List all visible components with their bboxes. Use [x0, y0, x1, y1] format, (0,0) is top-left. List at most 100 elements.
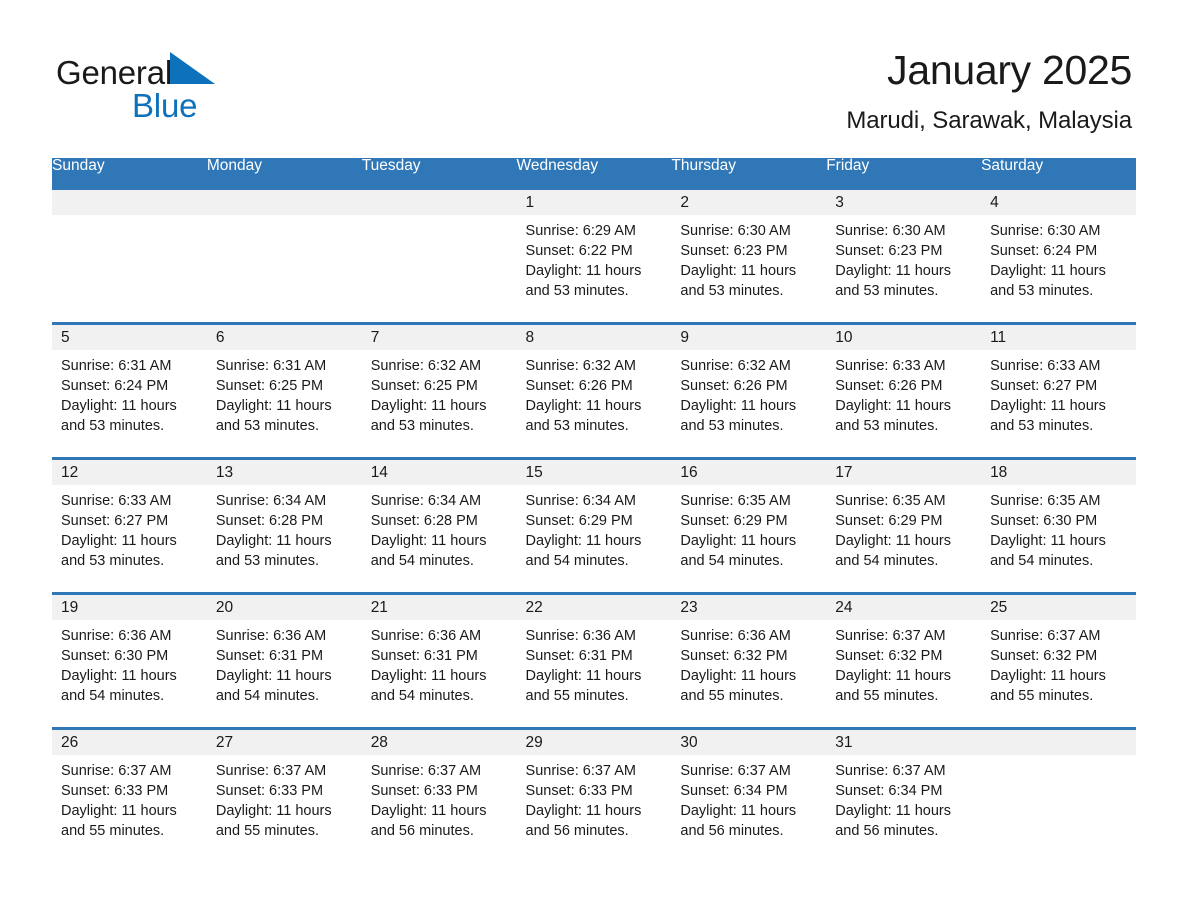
- sunrise-text: Sunrise: 6:29 AM: [525, 222, 636, 239]
- calendar-day-cell[interactable]: 1 Sunrise: 6:29 AM Sunset: 6:22 PM Daylight…: [516, 186, 672, 323]
- daylight-text: Daylight: 11 hours and 56 minutes.: [525, 803, 642, 840]
- sunset-text: Sunset: 6:30 PM: [990, 512, 1098, 529]
- calendar-day-cell[interactable]: 24 Sunrise: 6:37 AM Sunset: 6:32 PM Dayligh…: [826, 591, 982, 728]
- sunrise-text: Sunrise: 6:33 AM: [61, 492, 172, 509]
- day-cell-inner: 21 Sunrise: 6:36 AM Sunset: 6:31 PM Dayligh…: [361, 594, 517, 727]
- daylight-text: Daylight: 11 hours and 53 minutes.: [680, 263, 797, 300]
- sunrise-text: Sunrise: 6:32 AM: [370, 357, 482, 374]
- logo-top-row: General: [56, 52, 316, 92]
- calendar-day-cell[interactable]: 8 Sunrise: 6:32 AM Sunset: 6:26 PM Daylight…: [516, 321, 672, 458]
- daylight-text: Daylight: 11 hours and 53 minutes.: [61, 398, 177, 435]
- calendar-page: General Blue January 2025 Marudi, Sarawa…: [0, 0, 1188, 918]
- calendar-day-cell[interactable]: 5 Sunrise: 6:31 AM Sunset: 6:24 PM Daylight…: [52, 321, 207, 458]
- calendar-day-cell[interactable]: 16 Sunrise: 6:35 AM Sunset: 6:29 PM Dayligh…: [671, 456, 827, 593]
- daylight-text: Daylight: 11 hours and 53 minutes.: [370, 398, 487, 435]
- calendar-day-cell[interactable]: 17 Sunrise: 6:35 AM Sunset: 6:29 PM Dayligh…: [826, 456, 982, 593]
- day-cell-inner: 1 Sunrise: 6:29 AM Sunset: 6:22 PM Daylight…: [516, 189, 672, 322]
- weekday-header-friday: Friday: [826, 158, 982, 188]
- calendar-day-cell[interactable]: 10 Sunrise: 6:33 AM Sunset: 6:26 PM Dayligh…: [826, 321, 982, 458]
- day-cell-inner: 14 Sunrise: 6:34 AM Sunset: 6:28 PM Dayligh…: [361, 459, 517, 592]
- logo-triangle-icon: [170, 52, 216, 84]
- sunset-text: Sunset: 6:26 PM: [525, 377, 633, 394]
- day-cell-inner: 2 Sunrise: 6:30 AM Sunset: 6:23 PM Daylight…: [671, 189, 827, 322]
- calendar-day-cell[interactable]: 29 Sunrise: 6:37 AM Sunset: 6:33 PM Dayligh…: [516, 726, 672, 863]
- sunset-text: Sunset: 6:32 PM: [680, 647, 788, 664]
- calendar-day-cell[interactable]: 31 Sunrise: 6:37 AM Sunset: 6:34 PM Dayligh…: [826, 726, 982, 863]
- sunset-text: Sunset: 6:32 PM: [990, 647, 1098, 664]
- sunset-text: Sunset: 6:33 PM: [61, 782, 169, 799]
- calendar-day-cell[interactable]: 6 Sunrise: 6:31 AM Sunset: 6:25 PM Daylight…: [206, 321, 362, 458]
- day-sun-info: Sunrise: 6:33 AM Sunset: 6:26 PM Daylight:…: [826, 350, 981, 437]
- calendar-day-cell[interactable]: 13 Sunrise: 6:34 AM Sunset: 6:28 PM Dayligh…: [206, 456, 362, 593]
- calendar-day-cell[interactable]: 25 Sunrise: 6:37 AM Sunset: 6:32 PM Dayligh…: [981, 591, 1136, 728]
- calendar-day-cell[interactable]: 20 Sunrise: 6:36 AM Sunset: 6:31 PM Dayligh…: [206, 591, 362, 728]
- daylight-text: Daylight: 11 hours and 56 minutes.: [370, 803, 487, 840]
- calendar-day-cell[interactable]: 2 Sunrise: 6:30 AM Sunset: 6:23 PM Daylight…: [671, 186, 827, 323]
- daylight-text: Daylight: 11 hours and 55 minutes.: [680, 668, 797, 705]
- calendar-day-cell[interactable]: 28 Sunrise: 6:37 AM Sunset: 6:33 PM Dayligh…: [361, 726, 517, 863]
- day-cell-inner: 18 Sunrise: 6:35 AM Sunset: 6:30 PM Dayligh…: [981, 459, 1136, 592]
- day-cell-inner: 29 Sunrise: 6:37 AM Sunset: 6:33 PM Dayligh…: [516, 729, 672, 862]
- day-number: 26: [52, 729, 207, 755]
- sunrise-text: Sunrise: 6:35 AM: [835, 492, 946, 509]
- sunset-text: Sunset: 6:28 PM: [370, 512, 478, 529]
- sunrise-text: Sunrise: 6:32 AM: [525, 357, 636, 374]
- day-number: 14: [361, 459, 517, 485]
- sunset-text: Sunset: 6:27 PM: [990, 377, 1098, 394]
- calendar-day-cell[interactable]: 26 Sunrise: 6:37 AM Sunset: 6:33 PM Dayligh…: [52, 726, 207, 863]
- page-header: General Blue January 2025 Marudi, Sarawa…: [0, 44, 1188, 144]
- daylight-text: Daylight: 11 hours and 54 minutes.: [370, 668, 487, 705]
- calendar-day-cell[interactable]: 9 Sunrise: 6:32 AM Sunset: 6:26 PM Daylight…: [671, 321, 827, 458]
- day-number: 15: [516, 459, 672, 485]
- calendar-day-cell[interactable]: 22 Sunrise: 6:36 AM Sunset: 6:31 PM Dayligh…: [516, 591, 672, 728]
- calendar-day-cell[interactable]: 19 Sunrise: 6:36 AM Sunset: 6:30 PM Dayligh…: [52, 591, 207, 728]
- day-cell-inner: [206, 189, 362, 322]
- calendar-day-cell[interactable]: 12 Sunrise: 6:33 AM Sunset: 6:27 PM Dayligh…: [52, 456, 207, 593]
- sunrise-text: Sunrise: 6:32 AM: [680, 357, 791, 374]
- daylight-text: Daylight: 11 hours and 54 minutes.: [680, 533, 797, 570]
- sunrise-text: Sunrise: 6:36 AM: [370, 627, 482, 644]
- sunrise-text: Sunrise: 6:35 AM: [680, 492, 791, 509]
- day-cell-inner: 27 Sunrise: 6:37 AM Sunset: 6:33 PM Dayligh…: [206, 729, 362, 862]
- day-sun-info: Sunrise: 6:37 AM Sunset: 6:33 PM Daylight:…: [52, 755, 207, 842]
- day-cell-inner: 11 Sunrise: 6:33 AM Sunset: 6:27 PM Dayligh…: [981, 324, 1136, 457]
- calendar-day-cell[interactable]: 21 Sunrise: 6:36 AM Sunset: 6:31 PM Dayligh…: [361, 591, 517, 728]
- sunrise-text: Sunrise: 6:33 AM: [990, 357, 1101, 374]
- calendar-day-cell[interactable]: 14 Sunrise: 6:34 AM Sunset: 6:28 PM Dayligh…: [361, 456, 517, 593]
- day-number: 2: [671, 189, 827, 215]
- sunset-text: Sunset: 6:32 PM: [835, 647, 943, 664]
- day-cell-inner: 16 Sunrise: 6:35 AM Sunset: 6:29 PM Dayligh…: [671, 459, 827, 592]
- day-number: 9: [671, 324, 827, 350]
- daylight-text: Daylight: 11 hours and 53 minutes.: [215, 533, 332, 570]
- daylight-text: Daylight: 11 hours and 53 minutes.: [525, 398, 642, 435]
- daylight-text: Daylight: 11 hours and 55 minutes.: [525, 668, 642, 705]
- day-cell-inner: 20 Sunrise: 6:36 AM Sunset: 6:31 PM Dayligh…: [206, 594, 362, 727]
- weekday-header-monday: Monday: [206, 158, 362, 188]
- sunrise-text: Sunrise: 6:31 AM: [215, 357, 327, 374]
- day-sun-info: Sunrise: 6:37 AM Sunset: 6:32 PM Daylight:…: [981, 620, 1136, 707]
- calendar-week-row: 12 Sunrise: 6:33 AM Sunset: 6:27 PM Dayligh…: [52, 456, 1136, 593]
- day-number: 17: [826, 459, 982, 485]
- day-cell-inner: 19 Sunrise: 6:36 AM Sunset: 6:30 PM Dayligh…: [52, 594, 207, 727]
- sunset-text: Sunset: 6:30 PM: [61, 647, 169, 664]
- sunrise-text: Sunrise: 6:30 AM: [680, 222, 791, 239]
- calendar-day-cell[interactable]: 30 Sunrise: 6:37 AM Sunset: 6:34 PM Dayligh…: [671, 726, 827, 863]
- day-cell-inner: 28 Sunrise: 6:37 AM Sunset: 6:33 PM Dayligh…: [361, 729, 517, 862]
- calendar-day-cell[interactable]: 7 Sunrise: 6:32 AM Sunset: 6:25 PM Daylight…: [361, 321, 517, 458]
- day-sun-info: Sunrise: 6:30 AM Sunset: 6:23 PM Daylight:…: [671, 215, 826, 302]
- sunset-text: Sunset: 6:33 PM: [215, 782, 324, 799]
- calendar-day-cell[interactable]: 18 Sunrise: 6:35 AM Sunset: 6:30 PM Dayligh…: [981, 456, 1136, 593]
- calendar-day-cell[interactable]: 27 Sunrise: 6:37 AM Sunset: 6:33 PM Dayligh…: [206, 726, 362, 863]
- daylight-text: Daylight: 11 hours and 54 minutes.: [990, 533, 1106, 570]
- calendar-day-cell[interactable]: 11 Sunrise: 6:33 AM Sunset: 6:27 PM Dayligh…: [981, 321, 1136, 458]
- day-sun-info: Sunrise: 6:36 AM Sunset: 6:31 PM Daylight:…: [362, 620, 517, 707]
- sunrise-text: Sunrise: 6:36 AM: [215, 627, 327, 644]
- calendar-day-cell[interactable]: 23 Sunrise: 6:36 AM Sunset: 6:32 PM Dayligh…: [671, 591, 827, 728]
- weekday-header-tuesday: Tuesday: [361, 158, 517, 188]
- day-number: 29: [516, 729, 672, 755]
- day-cell-inner: 25 Sunrise: 6:37 AM Sunset: 6:32 PM Dayligh…: [981, 594, 1136, 727]
- daylight-text: Daylight: 11 hours and 55 minutes.: [215, 803, 332, 840]
- calendar-day-cell[interactable]: 3 Sunrise: 6:30 AM Sunset: 6:23 PM Daylight…: [826, 186, 982, 323]
- calendar-day-cell[interactable]: 4 Sunrise: 6:30 AM Sunset: 6:24 PM Daylight…: [981, 186, 1136, 323]
- calendar-day-cell[interactable]: 15 Sunrise: 6:34 AM Sunset: 6:29 PM Dayligh…: [516, 456, 672, 593]
